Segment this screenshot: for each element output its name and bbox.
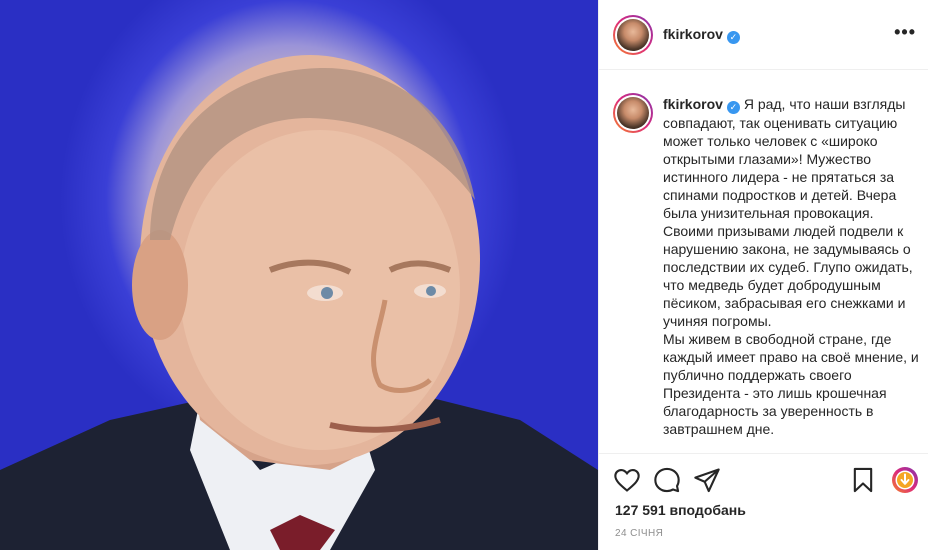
download-icon[interactable] — [891, 466, 919, 494]
likes-count[interactable]: 127 591 вподобань — [615, 502, 746, 518]
caption-author-username[interactable]: fkirkorov — [663, 96, 723, 112]
caption-text-block: fkirkorov ✓ Я рад, что наши взгляды совпа… — [663, 95, 919, 438]
post-header: fkirkorov ✓ ••• — [599, 0, 928, 70]
more-options-icon[interactable]: ••• — [894, 22, 916, 43]
verified-badge-icon: ✓ — [726, 101, 740, 114]
verified-badge-icon: ✓ — [726, 31, 740, 44]
post-photo[interactable] — [0, 0, 598, 550]
caption-author-avatar[interactable] — [613, 93, 653, 133]
comment-icon[interactable] — [653, 466, 681, 494]
bookmark-icon[interactable] — [849, 466, 877, 494]
author-avatar[interactable] — [613, 15, 653, 55]
caption-area[interactable]: fkirkorov ✓ Я рад, что наши взгляды совпа… — [599, 71, 928, 454]
caption-text: Я рад, что наши взгляды совпадают, так о… — [663, 96, 919, 437]
share-icon[interactable] — [693, 466, 721, 494]
heart-icon[interactable] — [613, 466, 641, 494]
author-username-link[interactable]: fkirkorov ✓ — [663, 26, 740, 44]
portrait-illustration — [0, 55, 598, 550]
post-actions-bar — [599, 460, 928, 500]
post-side-panel: fkirkorov ✓ ••• fkirkorov ✓ Я рад, что наш… — [598, 0, 928, 550]
author-username[interactable]: fkirkorov — [663, 26, 723, 42]
post-date[interactable]: 24 СІЧНЯ — [615, 528, 663, 539]
